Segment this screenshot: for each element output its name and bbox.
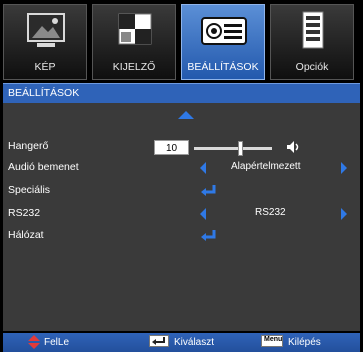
menu-title: BEÁLLÍTÁSOK bbox=[8, 87, 80, 99]
tab-kep[interactable]: KÉP bbox=[3, 4, 87, 80]
left-arrow-icon[interactable] bbox=[200, 162, 206, 174]
rs232-value: RS232 bbox=[255, 207, 286, 218]
audio-input-value: Alapértelmezett bbox=[231, 161, 301, 172]
tab-label: BEÁLLÍTÁSOK bbox=[187, 61, 259, 73]
tab-label: KIJELZŐ bbox=[112, 61, 156, 73]
slider-track bbox=[194, 147, 272, 150]
enter-icon[interactable] bbox=[200, 229, 218, 243]
speaker-high-icon bbox=[287, 141, 299, 153]
menu-item-label: Hangerő bbox=[8, 140, 49, 152]
footer-bar: FelLe Kiválaszt Menu Kilépés bbox=[3, 333, 360, 352]
right-arrow-icon[interactable] bbox=[341, 162, 347, 174]
osd-menu: KÉP KIJELZŐ BEÁLLÍTÁSOK Opciók BEÁLLÍTÁS… bbox=[0, 0, 363, 352]
footer-exit-label: Kilépés bbox=[288, 337, 321, 348]
menu-key-icon: Menu bbox=[261, 335, 283, 347]
menu-header: BEÁLLÍTÁSOK bbox=[3, 83, 360, 103]
menu-item-audio-bemenet[interactable]: Audió bemenet Alapértelmezett bbox=[3, 161, 360, 179]
enter-icon[interactable] bbox=[200, 184, 218, 198]
tab-opciok[interactable]: Opciók bbox=[270, 4, 354, 80]
menu-item-halozat[interactable]: Hálózat bbox=[3, 229, 360, 247]
options-icon bbox=[302, 11, 324, 49]
menu-item-label: Audió bemenet bbox=[8, 161, 79, 173]
menu-item-specialis[interactable]: Speciális bbox=[3, 184, 360, 202]
footer-updown-label: FelLe bbox=[44, 337, 70, 348]
up-down-arrow-icon bbox=[28, 335, 40, 349]
menu-item-label: Speciális bbox=[8, 184, 51, 196]
display-icon bbox=[118, 13, 152, 45]
right-arrow-icon[interactable] bbox=[341, 208, 347, 220]
tab-kijelzo[interactable]: KIJELZŐ bbox=[92, 4, 176, 80]
menu-item-label: RS232 bbox=[8, 207, 41, 219]
left-arrow-icon[interactable] bbox=[200, 208, 206, 220]
tab-bar: KÉP KIJELZŐ BEÁLLÍTÁSOK Opciók bbox=[3, 4, 360, 80]
menu-item-label: Hálózat bbox=[8, 229, 44, 241]
picture-icon bbox=[27, 13, 65, 47]
menu-key-label: Menu bbox=[264, 336, 283, 343]
tab-beallitasok[interactable]: BEÁLLÍTÁSOK bbox=[181, 4, 265, 80]
menu-item-hangero[interactable]: Hangerő 10 bbox=[3, 140, 360, 158]
volume-value: 10 bbox=[154, 140, 189, 155]
up-arrow-icon bbox=[178, 111, 194, 119]
tab-label: Opciók bbox=[295, 61, 329, 73]
footer-select-label: Kiválaszt bbox=[174, 337, 215, 348]
slider-knob[interactable] bbox=[238, 141, 243, 156]
menu-item-rs232[interactable]: RS232 RS232 bbox=[3, 207, 360, 225]
enter-key-icon bbox=[149, 335, 169, 347]
projector-settings-icon bbox=[201, 17, 247, 45]
tab-label: KÉP bbox=[34, 61, 56, 73]
